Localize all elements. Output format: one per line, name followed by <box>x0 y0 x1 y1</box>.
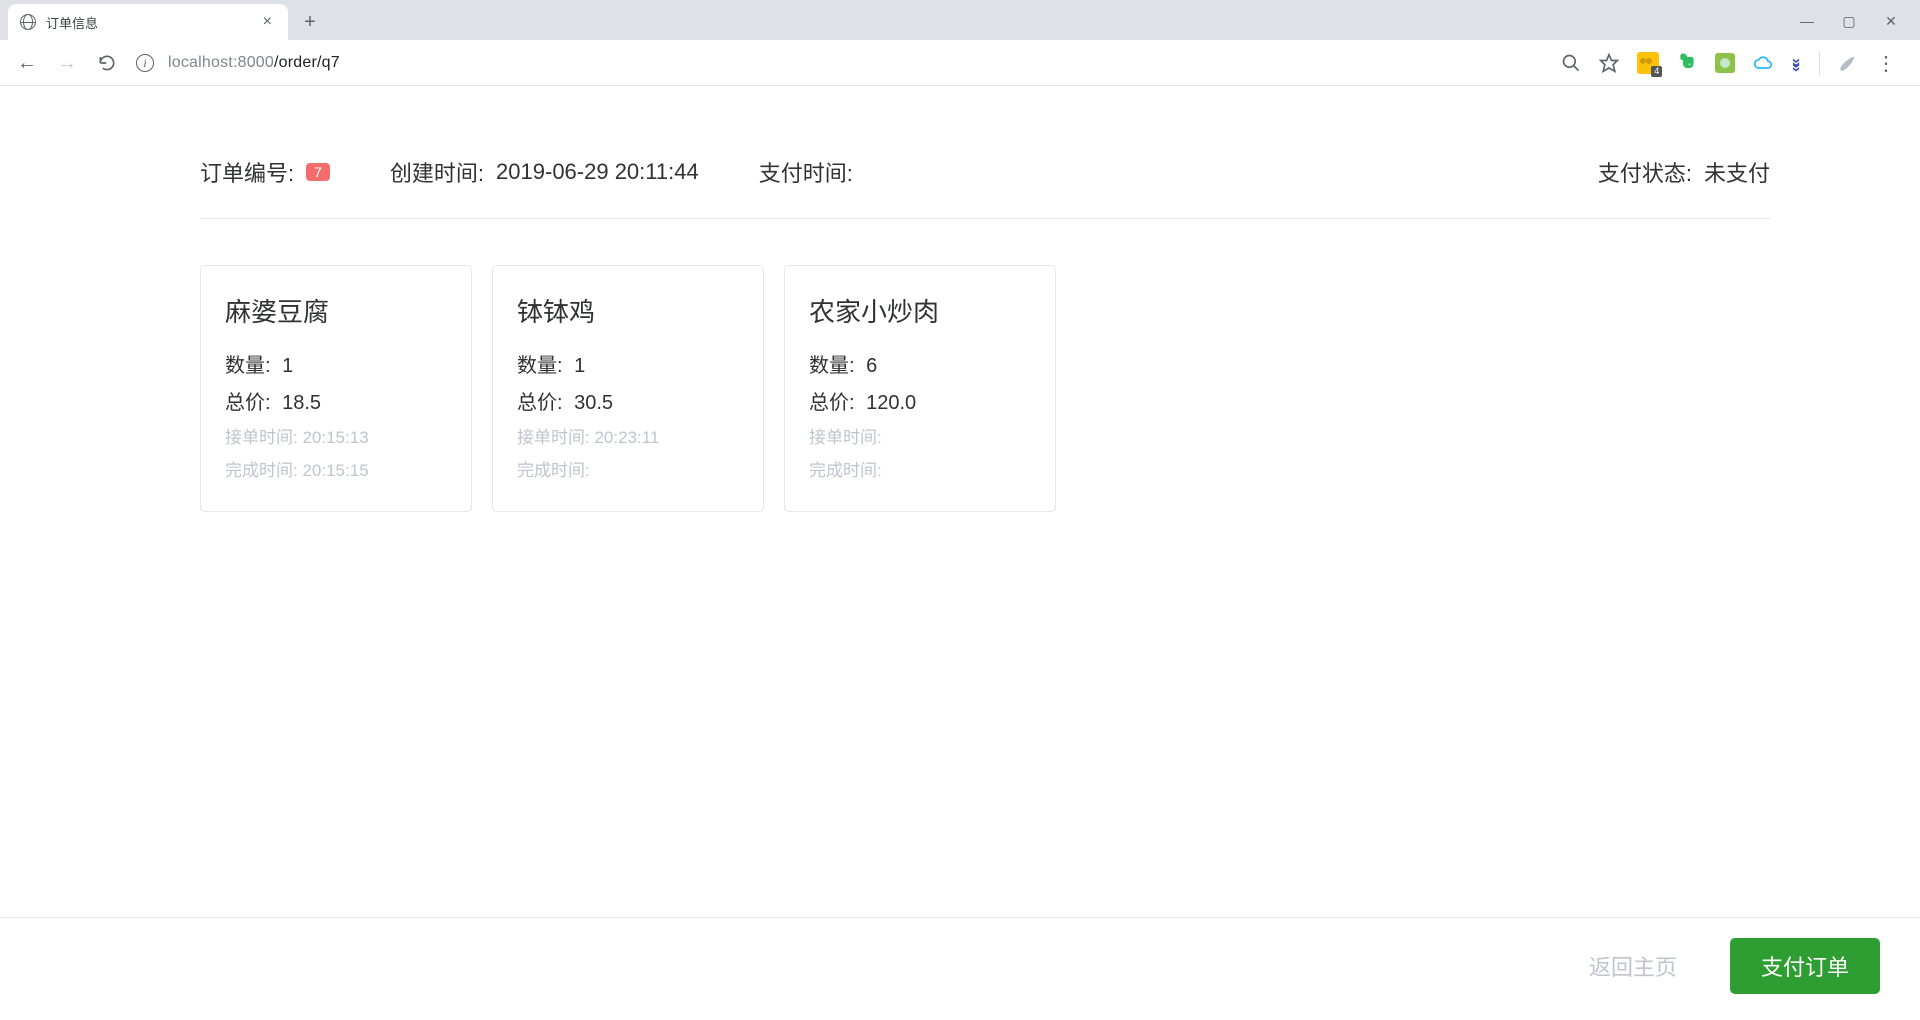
browser-toolbar: ← → i localhost:8000/order/q7 4 <box>0 40 1920 86</box>
total-label: 总价: <box>809 392 855 414</box>
accept-time-label: 接单时间: <box>225 428 298 447</box>
cloud-icon[interactable] <box>1753 53 1773 73</box>
page-content: 订单编号: 7 创建时间: 2019-06-29 20:11:44 支付时间: … <box>0 86 1920 512</box>
accept-time-row: 接单时间: 20:23:11 <box>517 423 733 448</box>
total-value: 30.5 <box>574 392 613 414</box>
url-path: /order/q7 <box>274 54 340 71</box>
order-cards: 麻婆豆腐 数量: 1 总价: 18.5 接单时间: 20:15:13 完成时间:… <box>200 265 1770 512</box>
order-number-block: 订单编号: 7 <box>200 156 330 188</box>
quantity-value: 6 <box>866 355 877 377</box>
back-home-button[interactable]: 返回主页 <box>1558 938 1708 994</box>
toolbar-divider <box>1819 51 1820 75</box>
close-window-button[interactable]: ✕ <box>1882 13 1900 30</box>
complete-time-value: 20:15:15 <box>302 461 368 480</box>
globe-icon <box>20 14 36 30</box>
item-quantity-row: 数量: 6 <box>809 349 1025 378</box>
quantity-value: 1 <box>282 355 293 377</box>
site-info-icon[interactable]: i <box>136 54 154 72</box>
item-name: 农家小炒肉 <box>809 292 1025 329</box>
back-button[interactable]: ← <box>16 52 38 74</box>
reload-button[interactable] <box>96 52 118 74</box>
url-text: localhost:8000/order/q7 <box>168 54 340 72</box>
pay-status-block: 支付状态: 未支付 <box>1598 156 1770 188</box>
accept-time-label: 接单时间: <box>809 428 882 447</box>
accept-time-row: 接单时间: <box>809 423 1025 448</box>
close-tab-button[interactable]: × <box>259 13 276 31</box>
accept-time-value: 20:15:13 <box>302 428 368 447</box>
accept-time-label: 接单时间: <box>517 428 590 447</box>
browser-chrome: 订单信息 × + — ▢ ✕ ← → i localhost:8000/orde… <box>0 0 1920 86</box>
complete-time-row: 完成时间: <box>517 456 733 481</box>
complete-time-label: 完成时间: <box>809 461 882 480</box>
order-header: 订单编号: 7 创建时间: 2019-06-29 20:11:44 支付时间: … <box>200 156 1770 219</box>
total-value: 18.5 <box>282 392 321 414</box>
item-name: 麻婆豆腐 <box>225 292 441 329</box>
quantity-value: 1 <box>574 355 585 377</box>
evernote-icon[interactable] <box>1677 51 1697 76</box>
item-quantity-row: 数量: 1 <box>517 349 733 378</box>
minimize-button[interactable]: — <box>1798 13 1816 30</box>
pay-status-value: 未支付 <box>1704 156 1770 188</box>
paid-time-block: 支付时间: <box>759 156 865 188</box>
footer-actions: 返回主页 支付订单 <box>0 917 1920 1020</box>
accept-time-row: 接单时间: 20:15:13 <box>225 423 441 448</box>
tab-title: 订单信息 <box>46 13 249 32</box>
chevrons-icon[interactable]: »» <box>1787 58 1805 68</box>
browser-menu-button[interactable]: ⋮ <box>1876 51 1896 76</box>
item-quantity-row: 数量: 1 <box>225 349 441 378</box>
zoom-icon[interactable] <box>1561 53 1581 73</box>
order-number-badge: 7 <box>306 163 330 181</box>
complete-time-row: 完成时间: <box>809 456 1025 481</box>
pay-order-button[interactable]: 支付订单 <box>1730 938 1880 994</box>
window-controls: — ▢ ✕ <box>1798 13 1920 30</box>
extension-badge: 4 <box>1651 66 1662 77</box>
created-time-label: 创建时间: <box>390 156 484 188</box>
complete-time-label: 完成时间: <box>517 461 590 480</box>
complete-time-label: 完成时间: <box>225 461 298 480</box>
toolbar-right-icons: 4 »» ⋮ <box>1561 51 1904 76</box>
brush-icon[interactable] <box>1838 53 1858 73</box>
item-total-row: 总价: 18.5 <box>225 386 441 415</box>
item-total-row: 总价: 120.0 <box>809 386 1025 415</box>
maximize-button[interactable]: ▢ <box>1840 13 1858 30</box>
address-bar[interactable]: i localhost:8000/order/q7 <box>136 46 1543 80</box>
total-label: 总价: <box>225 392 271 414</box>
accept-time-value: 20:23:11 <box>594 428 659 447</box>
item-total-row: 总价: 30.5 <box>517 386 733 415</box>
order-item-card: 农家小炒肉 数量: 6 总价: 120.0 接单时间: 完成时间: <box>784 265 1056 512</box>
item-name: 钵钵鸡 <box>517 292 733 329</box>
pay-status-label: 支付状态: <box>1598 156 1692 188</box>
url-host: localhost <box>168 54 233 71</box>
order-item-card: 钵钵鸡 数量: 1 总价: 30.5 接单时间: 20:23:11 完成时间: <box>492 265 764 512</box>
quantity-label: 数量: <box>809 355 855 377</box>
new-tab-button[interactable]: + <box>296 8 324 36</box>
quantity-label: 数量: <box>225 355 271 377</box>
extension-green-icon[interactable] <box>1715 53 1735 73</box>
quantity-label: 数量: <box>517 355 563 377</box>
order-item-card: 麻婆豆腐 数量: 1 总价: 18.5 接单时间: 20:15:13 完成时间:… <box>200 265 472 512</box>
complete-time-row: 完成时间: 20:15:15 <box>225 456 441 481</box>
created-time-value: 2019-06-29 20:11:44 <box>496 159 699 185</box>
paid-time-label: 支付时间: <box>759 156 853 188</box>
forward-button[interactable]: → <box>56 52 78 74</box>
total-value: 120.0 <box>866 392 916 414</box>
tab-bar: 订单信息 × + — ▢ ✕ <box>0 0 1920 40</box>
total-label: 总价: <box>517 392 563 414</box>
url-port: :8000 <box>233 54 274 71</box>
created-time-block: 创建时间: 2019-06-29 20:11:44 <box>390 156 699 188</box>
browser-tab-active[interactable]: 订单信息 × <box>8 4 288 40</box>
extension-yellow-icon[interactable]: 4 <box>1637 52 1659 74</box>
order-number-label: 订单编号: <box>200 156 294 188</box>
star-icon[interactable] <box>1599 53 1619 73</box>
